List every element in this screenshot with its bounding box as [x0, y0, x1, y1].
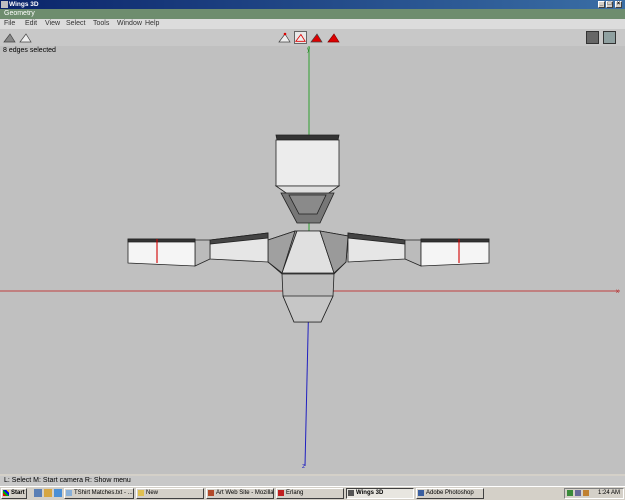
- body-mode-icon[interactable]: [327, 31, 340, 44]
- volume-icon[interactable]: [575, 490, 581, 496]
- taskbar: Start TShirt Matches.txt - ... New Art W…: [0, 486, 625, 500]
- mozilla-icon: [208, 490, 214, 496]
- toolbar: [0, 29, 625, 47]
- maximize-button[interactable]: □: [606, 1, 613, 8]
- menu-file[interactable]: File: [4, 19, 15, 29]
- tray-app-icon[interactable]: [583, 490, 589, 496]
- scene-canvas[interactable]: y z x: [0, 46, 625, 474]
- perspective-view-icon[interactable]: [586, 31, 599, 44]
- menu-select[interactable]: Select: [66, 19, 85, 29]
- taskbar-item-photoshop[interactable]: Adobe Photoshop: [416, 488, 484, 499]
- selection-status: 8 edges selected: [3, 47, 56, 54]
- windows-logo-icon: [3, 490, 9, 496]
- erlang-icon: [278, 490, 284, 496]
- folder-icon: [138, 490, 144, 496]
- face-mode-icon[interactable]: [310, 31, 323, 44]
- minimize-button[interactable]: _: [598, 1, 605, 8]
- start-button[interactable]: Start: [1, 488, 27, 499]
- undo-icon[interactable]: [3, 31, 16, 44]
- edge-mode-icon[interactable]: [294, 31, 307, 44]
- window-title: Wings 3D: [9, 1, 39, 8]
- z-axis-label: z: [302, 464, 305, 470]
- workmode-icon[interactable]: [603, 31, 616, 44]
- internet-explorer-icon[interactable]: [54, 489, 62, 497]
- taskbar-item-wings3d[interactable]: Wings 3D: [346, 488, 414, 499]
- start-label: Start: [11, 490, 25, 496]
- menu-view[interactable]: View: [45, 19, 60, 29]
- redo-icon[interactable]: [19, 31, 32, 44]
- menu-tools[interactable]: Tools: [93, 19, 109, 29]
- y-axis-label: y: [307, 47, 310, 53]
- taskbar-item-erlang[interactable]: Erlang: [276, 488, 344, 499]
- clock[interactable]: 1:24 AM: [598, 489, 620, 498]
- show-desktop-icon[interactable]: [34, 489, 42, 497]
- task-label: TShirt Matches.txt - ...: [74, 490, 133, 496]
- task-label: Adobe Photoshop: [426, 490, 474, 496]
- wings-icon: [348, 490, 354, 496]
- task-label: Wings 3D: [356, 490, 384, 496]
- network-icon[interactable]: [567, 490, 573, 496]
- app-icon: [1, 1, 8, 8]
- 3d-viewport[interactable]: y z x 8 edges selected: [0, 46, 625, 474]
- task-label: New: [146, 490, 159, 496]
- taskbar-item-mozilla[interactable]: Art Web Site - Mozilla: [206, 488, 274, 499]
- photoshop-icon: [418, 490, 424, 496]
- menu-help[interactable]: Help: [145, 19, 159, 29]
- status-line-text: L: Select M: Start camera R: Show menu: [4, 477, 131, 484]
- menu-edit[interactable]: Edit: [25, 19, 37, 29]
- task-label: Art Web Site - Mozilla: [216, 490, 274, 496]
- menu-window[interactable]: Window: [117, 19, 142, 29]
- close-button[interactable]: ×: [615, 1, 622, 8]
- notepad-icon: [66, 490, 72, 496]
- task-label: Erlang: [286, 490, 304, 496]
- quicklaunch-folder-icon[interactable]: [44, 489, 52, 497]
- vertex-mode-icon[interactable]: [278, 31, 291, 44]
- x-axis-label: x: [616, 289, 619, 295]
- taskbar-item-new-folder[interactable]: New: [136, 488, 204, 499]
- geometry-title: Geometry: [4, 10, 35, 17]
- taskbar-item-notepad[interactable]: TShirt Matches.txt - ...: [64, 488, 134, 499]
- system-tray: 1:24 AM: [564, 488, 624, 499]
- geometry-window-bar[interactable]: Geometry: [0, 9, 625, 19]
- window-title-bar[interactable]: Wings 3D _ □ ×: [0, 0, 625, 9]
- status-line: L: Select M: Start camera R: Show menu: [0, 476, 625, 486]
